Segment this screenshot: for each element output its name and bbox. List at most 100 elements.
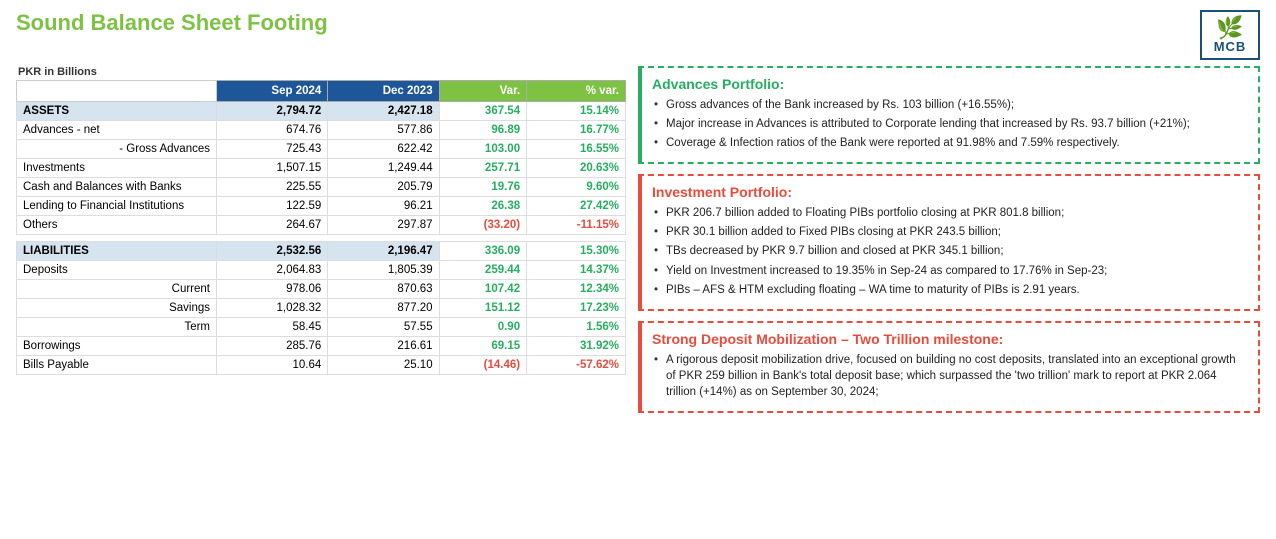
row-var: 19.76 [439, 178, 527, 197]
deposit-panel: Strong Deposit Mobilization – Two Trilli… [638, 321, 1260, 413]
row-pvar: 12.34% [527, 280, 626, 299]
advances-panel: Advances Portfolio: Gross advances of th… [638, 66, 1260, 164]
row-pvar: -11.15% [527, 216, 626, 235]
row-var: (33.20) [439, 216, 527, 235]
row-sep2024: 725.43 [217, 140, 328, 159]
row-pvar: 20.63% [527, 159, 626, 178]
row-label: Borrowings [17, 337, 217, 356]
logo-box: 🌿 MCB [1200, 10, 1260, 60]
row-sep2024: 674.76 [217, 121, 328, 140]
col-header-pvar: % var. [527, 81, 626, 102]
table-row: Advances - net 674.76 577.86 96.89 16.77… [17, 121, 626, 140]
row-dec2023: 622.42 [328, 140, 439, 159]
bullet-item: Coverage & Infection ratios of the Bank … [652, 135, 1248, 151]
col-header-dec2023: Dec 2023 [328, 81, 439, 102]
row-dec2023: 96.21 [328, 197, 439, 216]
bullet-item: PKR 206.7 billion added to Floating PIBs… [652, 205, 1248, 221]
row-label: - Gross Advances [17, 140, 217, 159]
row-pvar: 31.92% [527, 337, 626, 356]
row-var: 367.54 [439, 102, 527, 121]
row-dec2023: 577.86 [328, 121, 439, 140]
row-var: 69.15 [439, 337, 527, 356]
row-dec2023: 205.79 [328, 178, 439, 197]
row-var: (14.46) [439, 356, 527, 375]
row-label: Current [17, 280, 217, 299]
row-label: LIABILITIES [17, 242, 217, 261]
table-row: - Gross Advances 725.43 622.42 103.00 16… [17, 140, 626, 159]
row-sep2024: 2,064.83 [217, 261, 328, 280]
row-dec2023: 1,805.39 [328, 261, 439, 280]
row-pvar: 16.55% [527, 140, 626, 159]
row-sep2024: 1,507.15 [217, 159, 328, 178]
row-sep2024: 58.45 [217, 318, 328, 337]
row-sep2024: 264.67 [217, 216, 328, 235]
row-pvar: 15.30% [527, 242, 626, 261]
row-label: Cash and Balances with Banks [17, 178, 217, 197]
row-pvar: 1.56% [527, 318, 626, 337]
row-sep2024: 225.55 [217, 178, 328, 197]
row-dec2023: 216.61 [328, 337, 439, 356]
table-row: Cash and Balances with Banks 225.55 205.… [17, 178, 626, 197]
investment-panel: Investment Portfolio: PKR 206.7 billion … [638, 174, 1260, 310]
table-row: Current 978.06 870.63 107.42 12.34% [17, 280, 626, 299]
row-dec2023: 1,249.44 [328, 159, 439, 178]
row-pvar: 27.42% [527, 197, 626, 216]
table-row: Deposits 2,064.83 1,805.39 259.44 14.37% [17, 261, 626, 280]
row-label: Lending to Financial Institutions [17, 197, 217, 216]
row-dec2023: 297.87 [328, 216, 439, 235]
bullet-item: A rigorous deposit mobilization drive, f… [652, 352, 1248, 400]
row-pvar: 17.23% [527, 299, 626, 318]
header-row: Sound Balance Sheet Footing 🌿 MCB [16, 10, 1260, 60]
row-pvar: -57.62% [527, 356, 626, 375]
table-row: Investments 1,507.15 1,249.44 257.71 20.… [17, 159, 626, 178]
deposit-bullets: A rigorous deposit mobilization drive, f… [652, 352, 1248, 400]
row-var: 0.90 [439, 318, 527, 337]
row-var: 151.12 [439, 299, 527, 318]
row-var: 259.44 [439, 261, 527, 280]
page: Sound Balance Sheet Footing 🌿 MCB PKR in… [0, 0, 1276, 423]
row-sep2024: 2,794.72 [217, 102, 328, 121]
advances-bullets: Gross advances of the Bank increased by … [652, 97, 1248, 151]
right-section: Advances Portfolio: Gross advances of th… [638, 66, 1260, 413]
investment-panel-title: Investment Portfolio: [652, 184, 1248, 200]
row-pvar: 9.60% [527, 178, 626, 197]
row-var: 96.89 [439, 121, 527, 140]
bullet-item: Yield on Investment increased to 19.35% … [652, 263, 1248, 279]
bullet-item: Gross advances of the Bank increased by … [652, 97, 1248, 113]
logo-area: 🌿 MCB [1200, 10, 1260, 60]
row-var: 107.42 [439, 280, 527, 299]
table-row: Others 264.67 297.87 (33.20) -11.15% [17, 216, 626, 235]
row-sep2024: 122.59 [217, 197, 328, 216]
advances-panel-title: Advances Portfolio: [652, 76, 1248, 92]
row-dec2023: 2,427.18 [328, 102, 439, 121]
row-sep2024: 10.64 [217, 356, 328, 375]
row-label: Others [17, 216, 217, 235]
row-sep2024: 285.76 [217, 337, 328, 356]
row-sep2024: 978.06 [217, 280, 328, 299]
row-var: 257.71 [439, 159, 527, 178]
col-header-sep2024: Sep 2024 [217, 81, 328, 102]
logo-text: MCB [1214, 39, 1247, 54]
row-label: ASSETS [17, 102, 217, 121]
row-dec2023: 57.55 [328, 318, 439, 337]
row-sep2024: 1,028.32 [217, 299, 328, 318]
row-var: 26.38 [439, 197, 527, 216]
row-dec2023: 877.20 [328, 299, 439, 318]
row-label: Investments [17, 159, 217, 178]
logo-icon: 🌿 [1216, 17, 1243, 39]
bullet-item: PIBs – AFS & HTM excluding floating – WA… [652, 282, 1248, 298]
row-dec2023: 870.63 [328, 280, 439, 299]
deposit-panel-title: Strong Deposit Mobilization – Two Trilli… [652, 331, 1248, 347]
table-row: Savings 1,028.32 877.20 151.12 17.23% [17, 299, 626, 318]
row-label: Deposits [17, 261, 217, 280]
investment-bullets: PKR 206.7 billion added to Floating PIBs… [652, 205, 1248, 297]
col-header-var: Var. [439, 81, 527, 102]
row-label: Term [17, 318, 217, 337]
table-section: PKR in Billions Sep 2024 Dec 2023 Var. %… [16, 66, 626, 413]
row-label: Bills Payable [17, 356, 217, 375]
table-row: LIABILITIES 2,532.56 2,196.47 336.09 15.… [17, 242, 626, 261]
page-title: Sound Balance Sheet Footing [16, 10, 328, 36]
row-dec2023: 2,196.47 [328, 242, 439, 261]
row-dec2023: 25.10 [328, 356, 439, 375]
bullet-item: PKR 30.1 billion added to Fixed PIBs clo… [652, 224, 1248, 240]
